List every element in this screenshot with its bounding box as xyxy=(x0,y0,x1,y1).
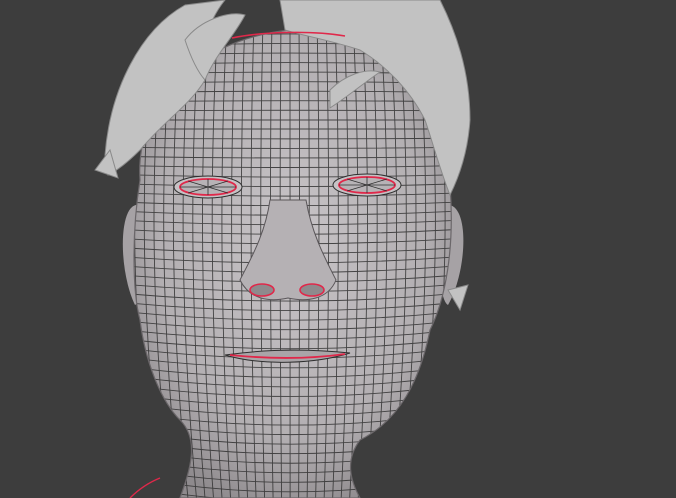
3d-viewport[interactable] xyxy=(0,0,676,498)
viewport-scene[interactable] xyxy=(0,0,676,498)
left-eye xyxy=(173,175,243,199)
right-eye xyxy=(332,173,402,197)
